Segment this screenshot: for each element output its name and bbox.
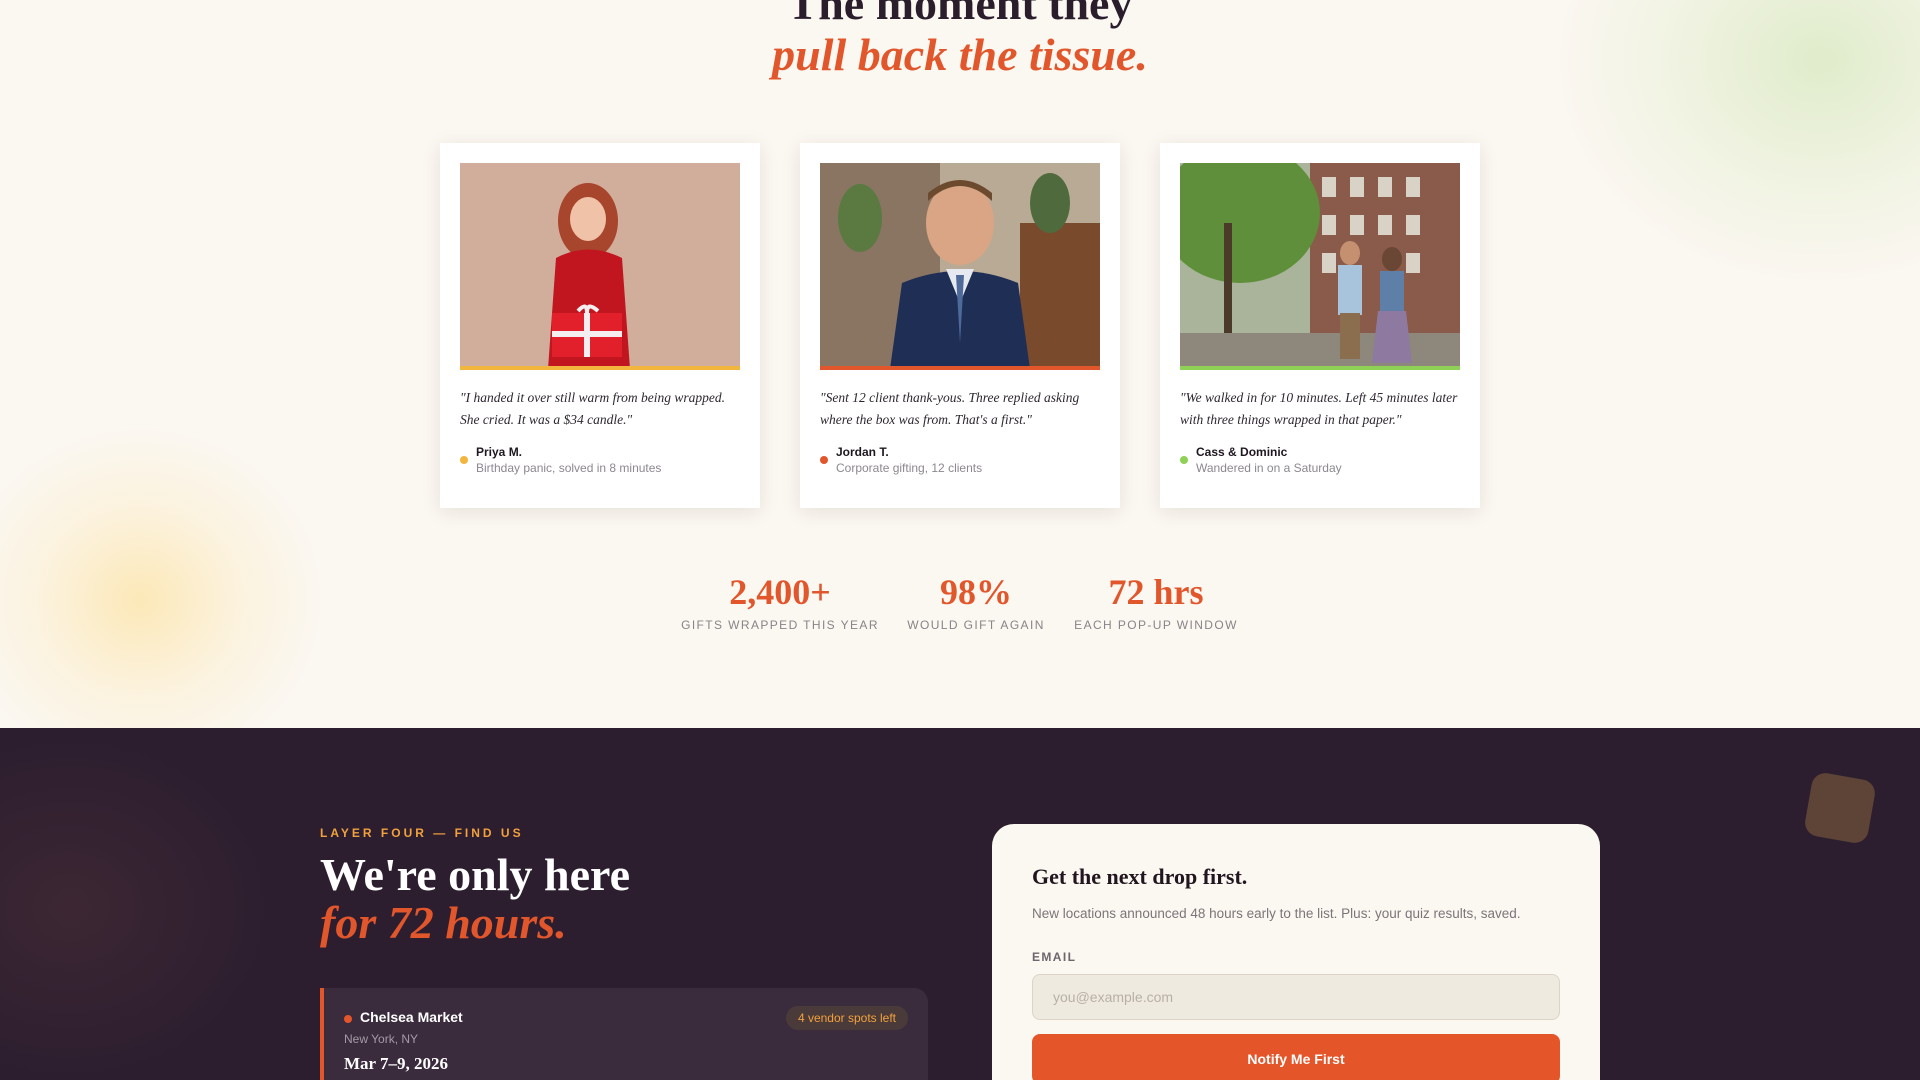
testimonial-card: "Sent 12 client thank-yous. Three replie… — [800, 143, 1120, 508]
testimonial-card: "I handed it over still warm from being … — [440, 143, 760, 508]
location-city: New York, NY — [344, 1032, 419, 1046]
testimonial-quote: "I handed it over still warm from being … — [460, 390, 726, 427]
testimonial-detail: Wandered in on a Saturday — [1196, 461, 1342, 475]
stat-value: 2,400+ — [729, 572, 831, 612]
testimonial-author: Priya M. — [476, 445, 523, 459]
accent-dot — [460, 456, 468, 464]
testimonial-quote: "We walked in for 10 minutes. Left 45 mi… — [1180, 390, 1458, 427]
stat-label: GIFTS WRAPPED THIS YEAR — [681, 618, 879, 632]
woman-with-gift-photo — [460, 163, 740, 369]
testimonial-card: "We walked in for 10 minutes. Left 45 mi… — [1160, 143, 1480, 508]
section-heading-line1: The moment they — [787, 0, 1133, 29]
find-us-title-line2: for 72 hours. — [320, 897, 567, 948]
couple-on-street-photo — [1180, 163, 1460, 369]
accent-dot — [820, 456, 828, 464]
signup-description: New locations announced 48 hours early t… — [1032, 906, 1521, 921]
vendor-spots-badge: 4 vendor spots left — [785, 1006, 908, 1030]
email-label: EMAIL — [1032, 950, 1077, 964]
stat-value: 72 hrs — [1108, 572, 1204, 612]
card-accent-bar — [1180, 366, 1460, 370]
testimonial-quote: "Sent 12 client thank-yous. Three replie… — [820, 390, 1080, 427]
couple-on-street-photo-image — [1180, 163, 1460, 369]
email-input[interactable] — [1032, 974, 1560, 1020]
location-name: Chelsea Market — [360, 1009, 463, 1025]
signup-title: Get the next drop first. — [1032, 864, 1248, 889]
woman-with-gift-photo-image — [460, 163, 740, 369]
find-us-section: LAYER FOUR — FIND US We're only here for… — [0, 728, 1920, 1080]
testimonials-section: The moment they pull back the tissue. "I… — [0, 0, 1920, 728]
location-card-chelsea-market[interactable]: Chelsea Market New York, NY Mar 7–9, 202… — [320, 988, 928, 1080]
find-us-title-line1: We're only here — [320, 849, 631, 900]
testimonial-author: Cass & Dominic — [1196, 445, 1288, 459]
decorative-square-shape — [1802, 770, 1878, 846]
section-eyebrow: LAYER FOUR — FIND US — [320, 826, 524, 840]
stat-gifts-wrapped: 2,400+ GIFTS WRAPPED THIS YEAR — [670, 568, 890, 632]
notify-me-button[interactable]: Notify Me First — [1032, 1034, 1560, 1080]
decorative-yellow-glow — [0, 430, 320, 728]
testimonial-detail: Birthday panic, solved in 8 minutes — [476, 461, 662, 475]
section-heading-line2: pull back the tissue. — [772, 29, 1148, 80]
card-accent-bar — [460, 366, 740, 370]
card-accent-bar — [820, 366, 1100, 370]
stat-popup-window: 72 hrs EACH POP-UP WINDOW — [1046, 568, 1266, 632]
stat-label: EACH POP-UP WINDOW — [1074, 618, 1238, 632]
decorative-dark-glow — [0, 728, 280, 1080]
signup-card: Get the next drop first. New locations a… — [992, 824, 1600, 1080]
accent-dot — [1180, 456, 1188, 464]
businessman-portrait-photo — [820, 163, 1100, 369]
location-dates: Mar 7–9, 2026 — [344, 1054, 449, 1073]
testimonial-author: Jordan T. — [836, 445, 889, 459]
businessman-portrait-photo-image — [820, 163, 1100, 369]
testimonial-detail: Corporate gifting, 12 clients — [836, 461, 983, 475]
location-dot-icon — [344, 1015, 352, 1023]
